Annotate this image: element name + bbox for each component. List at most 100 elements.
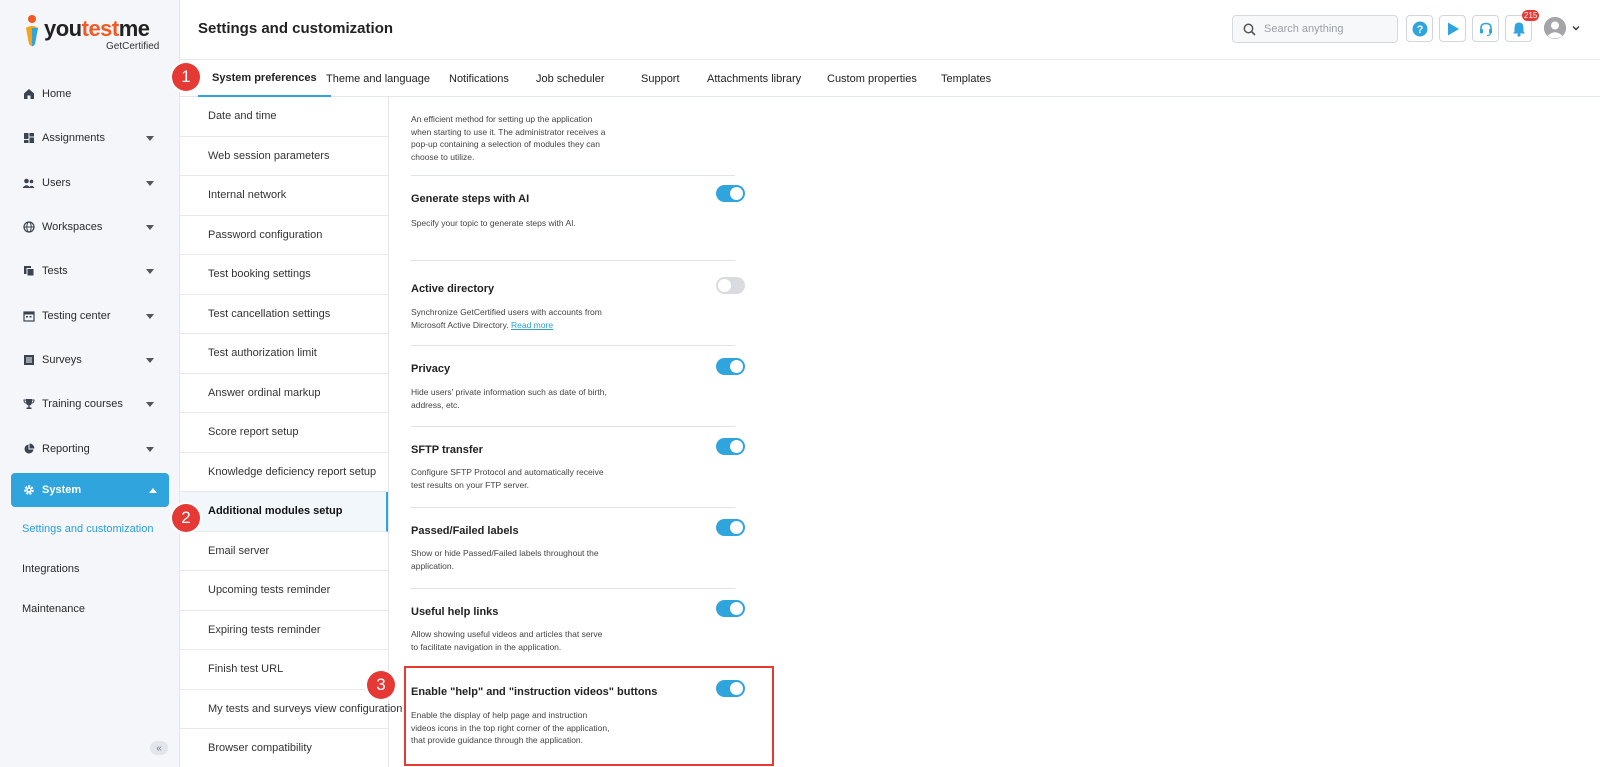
sidebar-subitem-integrations[interactable]: Integrations	[0, 549, 180, 589]
sidebar-item-surveys[interactable]: Surveys	[0, 338, 180, 382]
sidebar-item-system[interactable]: System	[11, 472, 169, 507]
logo-wordmark: youtestme	[44, 16, 150, 41]
home-icon	[22, 88, 35, 101]
support-button[interactable]	[1472, 15, 1499, 42]
settings-item-my-tests-and-surveys-view-configuration[interactable]: My tests and surveys view configuration	[180, 690, 402, 729]
settings-item-internal-network[interactable]: Internal network	[180, 176, 388, 216]
settings-item-web-session-parameters[interactable]: Web session parameters	[180, 137, 388, 176]
settings-item-score-report-setup[interactable]: Score report setup	[180, 413, 388, 453]
settings-item-knowledge-deficiency-report-setup[interactable]: Knowledge deficiency report setup	[180, 453, 388, 492]
toggle-knob	[730, 187, 743, 200]
additional-modules-panel: An efficient method for setting up the a…	[390, 97, 790, 767]
toggle-knob	[718, 279, 731, 292]
settings-item-browser-compatibility[interactable]: Browser compatibility	[180, 729, 388, 767]
tab-support[interactable]: Support	[641, 61, 680, 97]
logo[interactable]: youtestme GetCertified	[22, 14, 162, 54]
question-circle-icon: ?	[1412, 21, 1427, 36]
sidebar-item-tests[interactable]: Tests	[0, 249, 180, 293]
toggle-knob	[730, 521, 743, 534]
toggle-useful-help-links[interactable]	[716, 600, 745, 617]
divider	[411, 426, 735, 427]
settings-item-password-configuration[interactable]: Password configuration	[180, 216, 388, 255]
section-title-generate-steps-with-ai: Generate steps with AI	[411, 193, 530, 205]
chevron-down-icon	[146, 357, 154, 363]
sidebar-item-label: Home	[42, 88, 72, 101]
page-title: Settings and customization	[198, 20, 394, 37]
divider	[411, 588, 735, 589]
globe-icon	[22, 221, 35, 234]
tab-job-scheduler[interactable]: Job scheduler	[536, 61, 605, 97]
toggle-enable-help-buttons[interactable]	[716, 680, 745, 697]
search-box[interactable]	[1232, 15, 1398, 43]
settings-item-finish-test-url[interactable]: Finish test URL	[180, 650, 388, 690]
toggle-active-directory[interactable]	[716, 277, 745, 294]
tab-templates[interactable]: Templates	[941, 61, 991, 97]
help-button[interactable]: ?	[1406, 15, 1433, 42]
tab-theme-and-language[interactable]: Theme and language	[326, 61, 430, 97]
settings-item-upcoming-tests-reminder[interactable]: Upcoming tests reminder	[180, 571, 388, 611]
chevron-down-icon	[146, 180, 154, 186]
sidebar-item-users[interactable]: Users	[0, 161, 180, 205]
instruction-videos-button[interactable]	[1439, 15, 1466, 42]
step-marker-1: 1	[172, 63, 200, 91]
sidebar-item-testing-center[interactable]: Testing center	[0, 293, 180, 337]
settings-item-date-and-time[interactable]: Date and time	[180, 97, 388, 137]
sidebar-item-home[interactable]: Home	[0, 72, 180, 116]
toggle-generate-steps-with-ai[interactable]	[716, 185, 745, 202]
chevron-down-icon[interactable]	[1572, 24, 1580, 32]
tab-notifications[interactable]: Notifications	[449, 61, 509, 97]
sidebar-item-label: Tests	[42, 265, 68, 278]
avatar-icon	[1544, 17, 1566, 39]
toggle-sftp-transfer[interactable]	[716, 438, 745, 455]
section-title-sftp-transfer: SFTP transfer	[411, 444, 483, 456]
toggle-knob	[730, 440, 743, 453]
section-desc-sftp-transfer: Configure SFTP Protocol and automaticall…	[411, 467, 604, 490]
headset-icon	[1479, 22, 1492, 36]
settings-list: Date and time Web session parameters Int…	[180, 97, 402, 767]
sidebar-item-training-courses[interactable]: Training courses	[0, 382, 180, 426]
user-avatar[interactable]	[1544, 17, 1566, 39]
section-desc-privacy: Hide users' private information such as …	[411, 387, 607, 410]
divider	[411, 345, 735, 346]
tests-icon	[22, 265, 35, 278]
sidebar-item-label: Testing center	[42, 309, 111, 322]
sidebar-item-label: Workspaces	[42, 221, 103, 234]
read-more-link[interactable]: Read more	[511, 320, 553, 330]
settings-item-additional-modules-setup[interactable]: Additional modules setup	[180, 492, 388, 532]
divider	[411, 507, 735, 508]
step-marker-2: 2	[172, 504, 200, 532]
chart-pie-icon	[22, 442, 35, 455]
sidebar-item-workspaces[interactable]: Workspaces	[0, 205, 180, 249]
sidebar-nav: Home Assignments Users Workspaces Tests	[0, 72, 180, 629]
section-title-privacy: Privacy	[411, 363, 451, 375]
toggle-privacy[interactable]	[716, 358, 745, 375]
settings-item-email-server[interactable]: Email server	[180, 532, 388, 571]
tab-system-preferences[interactable]: System preferences	[198, 61, 331, 97]
sidebar-item-reporting[interactable]: Reporting	[0, 426, 180, 470]
chevron-down-icon	[146, 225, 154, 231]
settings-item-test-cancellation-settings[interactable]: Test cancellation settings	[180, 295, 388, 334]
notification-count-badge: 215	[1522, 10, 1540, 21]
chevron-down-icon	[146, 402, 154, 408]
app-root: youtestme GetCertified Home Assignments …	[0, 0, 1600, 767]
sidebar-subitem-maintenance[interactable]: Maintenance	[0, 589, 180, 629]
tab-attachments-library[interactable]: Attachments library	[707, 61, 801, 97]
sidebar-item-assignments[interactable]: Assignments	[0, 116, 180, 160]
tab-custom-properties[interactable]: Custom properties	[827, 61, 917, 97]
chevron-down-icon	[146, 136, 154, 142]
settings-item-answer-ordinal-markup[interactable]: Answer ordinal markup	[180, 374, 388, 413]
settings-item-test-authorization-limit[interactable]: Test authorization limit	[180, 334, 388, 374]
settings-item-test-booking-settings[interactable]: Test booking settings	[180, 255, 388, 295]
collapse-sidebar-button[interactable]: «	[150, 741, 168, 755]
dashboard-icon	[22, 132, 35, 145]
settings-item-expiring-tests-reminder[interactable]: Expiring tests reminder	[180, 611, 388, 650]
toggle-passed-failed-labels[interactable]	[716, 519, 745, 536]
section-desc-passed-failed-labels: Show or hide Passed/Failed labels throug…	[411, 548, 599, 571]
divider	[411, 175, 735, 176]
toggle-knob	[730, 602, 743, 615]
sidebar-item-label: Assignments	[42, 132, 105, 145]
sidebar-item-label: System	[42, 483, 82, 496]
search-input[interactable]	[1264, 23, 1384, 35]
sidebar-subitem-settings-and-customization[interactable]: Settings and customization	[0, 509, 180, 549]
toggle-knob	[730, 360, 743, 373]
